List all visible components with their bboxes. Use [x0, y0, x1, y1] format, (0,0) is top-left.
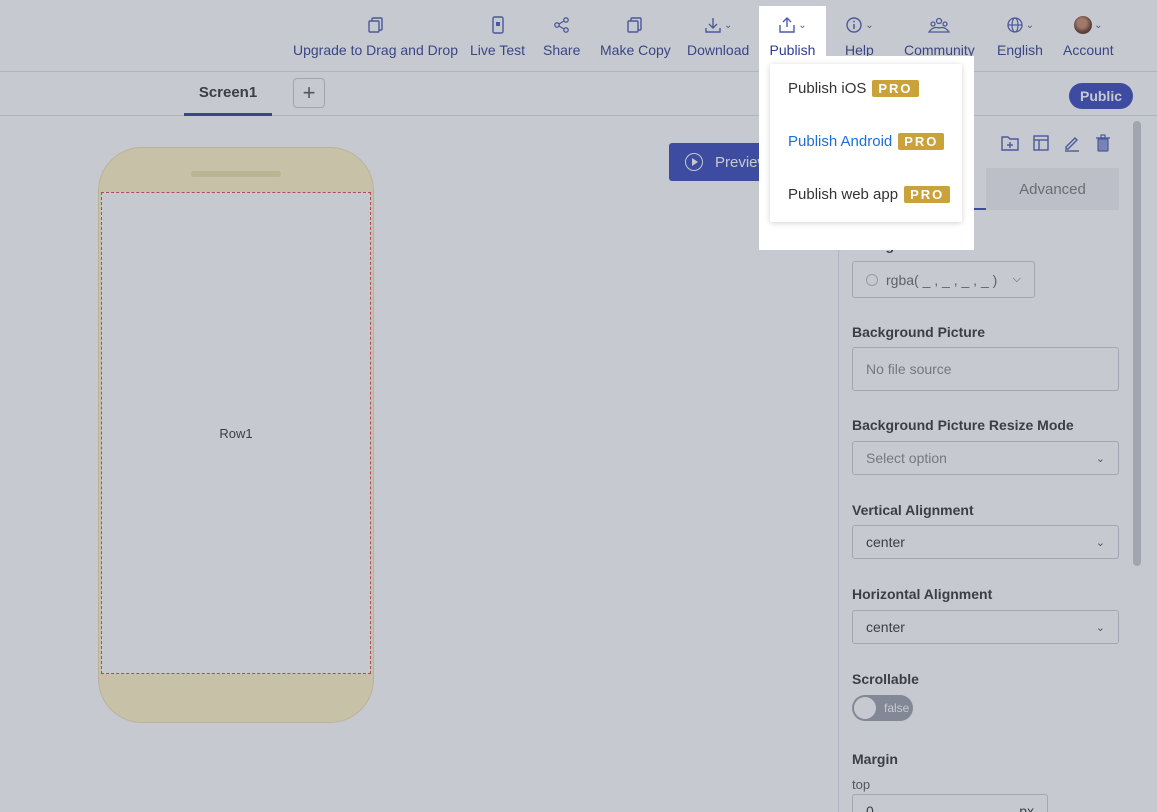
pro-badge: PRO	[904, 186, 951, 203]
publish-web-app-item[interactable]: Publish web app PRO	[788, 186, 951, 203]
publish-ios-item[interactable]: Publish iOS PRO	[788, 80, 919, 97]
pro-badge: PRO	[872, 80, 919, 97]
publish-android-item[interactable]: Publish Android PRO	[788, 133, 945, 150]
menu-item-label: Publish iOS	[788, 80, 867, 97]
upload-icon	[779, 17, 795, 33]
publish-active-icon-group: ⌄	[778, 14, 807, 36]
pro-badge: PRO	[898, 133, 945, 150]
modal-overlay[interactable]	[0, 0, 1157, 812]
publish-dropdown-menu: Publish iOS PRO Publish Android PRO Publ…	[770, 64, 962, 222]
chevron-down-icon: ⌄	[798, 19, 807, 31]
menu-item-label: Publish Android	[788, 133, 893, 150]
menu-item-label: Publish web app	[788, 186, 899, 203]
